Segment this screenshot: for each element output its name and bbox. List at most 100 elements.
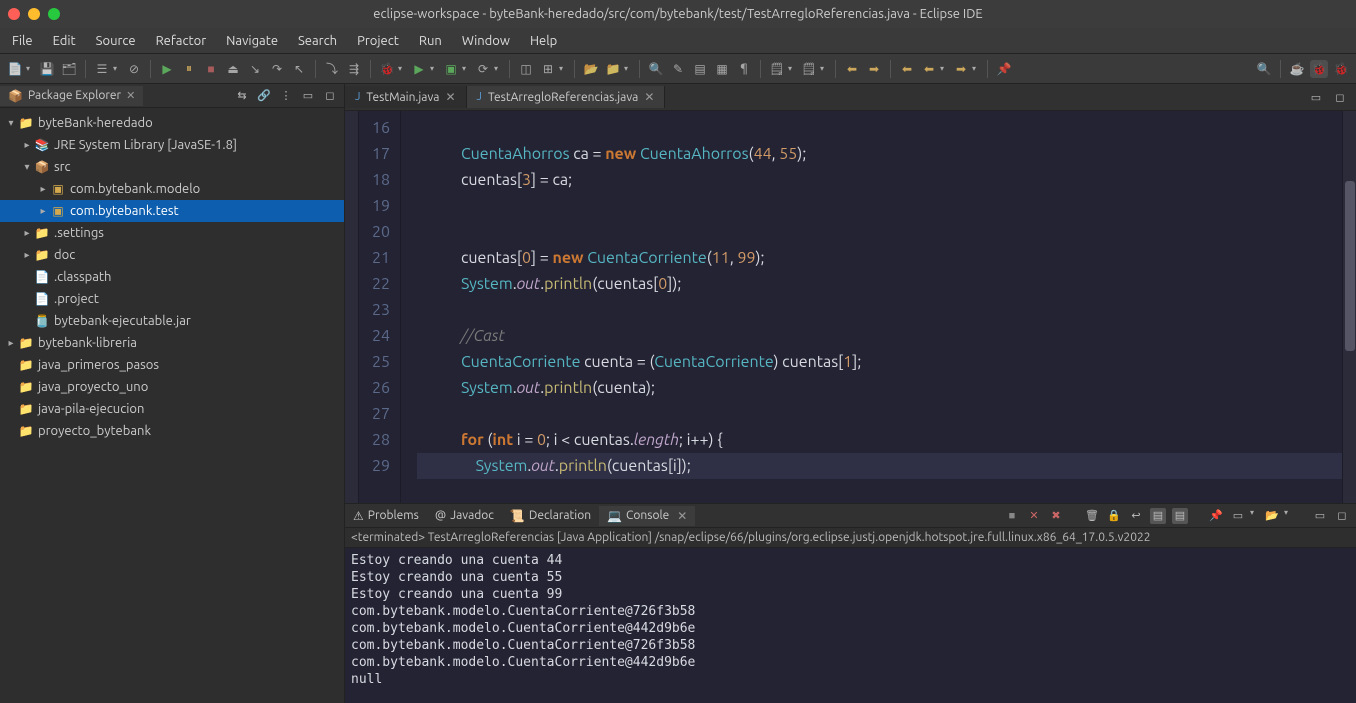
prev-annotation-icon[interactable]: 🗒 <box>800 60 818 78</box>
drop-to-frame-icon[interactable]: ⤵ <box>323 60 341 78</box>
tree-item[interactable]: ▸📚JRE System Library [JavaSE-1.8] <box>0 134 344 156</box>
show-console-on-err-icon[interactable]: ▤ <box>1172 508 1188 524</box>
minimize-bottom-icon[interactable]: ▭ <box>1312 508 1328 524</box>
disconnect-icon[interactable]: ⏏ <box>224 60 242 78</box>
menu-window[interactable]: Window <box>454 31 518 51</box>
dropdown-icon[interactable]: ▾ <box>788 64 796 73</box>
nav-back-icon[interactable]: ⬅ <box>920 60 938 78</box>
menu-help[interactable]: Help <box>522 31 565 51</box>
menu-edit[interactable]: Edit <box>45 31 84 51</box>
minimize-editor-icon[interactable]: ▭ <box>1308 89 1324 105</box>
new-java-package-icon[interactable]: ⊞ <box>539 60 557 78</box>
pin-editor-icon[interactable]: 📌 <box>995 60 1013 78</box>
dropdown-icon[interactable]: ▾ <box>113 64 121 73</box>
back-icon[interactable]: ⬅ <box>843 60 861 78</box>
editor-tab[interactable]: JTestMain.java✕ <box>345 86 467 108</box>
maximize-icon[interactable]: ◻ <box>322 88 338 104</box>
dropdown-icon[interactable]: ▾ <box>430 64 438 73</box>
vertical-scrollbar[interactable] <box>1342 111 1356 503</box>
annotation-icon[interactable]: ▤ <box>691 60 709 78</box>
expand-arrow-icon[interactable]: ▾ <box>20 161 34 173</box>
run-last-icon[interactable]: ⟳ <box>474 60 492 78</box>
skip-breakpoints-icon[interactable]: ⊘ <box>125 60 143 78</box>
expand-arrow-icon[interactable]: ▸ <box>20 139 34 151</box>
tree-item[interactable]: ▾📁byteBank-heredado <box>0 112 344 134</box>
bottom-tab-javadoc[interactable]: @Javadoc <box>427 506 502 525</box>
menu-source[interactable]: Source <box>88 31 144 51</box>
scroll-thumb[interactable] <box>1345 181 1355 351</box>
project-tree[interactable]: ▾📁byteBank-heredado▸📚JRE System Library … <box>0 108 344 703</box>
step-into-icon[interactable]: ↘ <box>246 60 264 78</box>
pause-icon[interactable]: ⏸ <box>180 60 198 78</box>
toggle-mark-icon[interactable]: ✎ <box>669 60 687 78</box>
terminate-icon[interactable]: ■ <box>202 60 220 78</box>
step-over-icon[interactable]: ↷ <box>268 60 286 78</box>
close-icon[interactable]: ✕ <box>677 509 687 523</box>
dropdown-icon[interactable]: ▾ <box>1284 508 1292 524</box>
block-selection-icon[interactable]: ▦ <box>713 60 731 78</box>
expand-arrow-icon[interactable]: ▸ <box>36 183 50 195</box>
menu-file[interactable]: File <box>4 31 41 51</box>
tree-item[interactable]: 📁java_proyecto_uno <box>0 376 344 398</box>
open-task-icon[interactable]: 📁 <box>604 60 622 78</box>
remove-all-icon[interactable]: ✖ <box>1048 508 1064 524</box>
expand-arrow-icon[interactable]: ▸ <box>4 337 18 349</box>
pin-console-icon[interactable]: 📌 <box>1208 508 1224 524</box>
link-editor-icon[interactable]: 🔗 <box>256 88 272 104</box>
close-window-button[interactable] <box>8 8 20 20</box>
tree-item[interactable]: 🫙bytebank-ejecutable.jar <box>0 310 344 332</box>
toggle-breadcrumb-icon[interactable]: ☰ <box>93 60 111 78</box>
resume-icon[interactable]: ▶ <box>158 60 176 78</box>
maximize-bottom-icon[interactable]: ◻ <box>1334 508 1350 524</box>
save-icon[interactable]: 💾 <box>38 60 56 78</box>
tree-item[interactable]: ▸📁doc <box>0 244 344 266</box>
menu-refactor[interactable]: Refactor <box>148 31 215 51</box>
tree-item[interactable]: 📄.classpath <box>0 266 344 288</box>
menu-navigate[interactable]: Navigate <box>218 31 286 51</box>
expand-arrow-icon[interactable]: ▸ <box>36 205 50 217</box>
nav-forward-icon[interactable]: ➡ <box>952 60 970 78</box>
package-explorer-tab[interactable]: 📦 Package Explorer ✕ <box>0 86 143 106</box>
show-console-on-out-icon[interactable]: ▤ <box>1150 508 1166 524</box>
tree-item[interactable]: ▾📦src <box>0 156 344 178</box>
maximize-editor-icon[interactable]: ◻ <box>1332 89 1348 105</box>
tree-item[interactable]: ▸▣com.bytebank.modelo <box>0 178 344 200</box>
last-edit-icon[interactable]: ⬅ <box>898 60 916 78</box>
step-return-icon[interactable]: ↖ <box>290 60 308 78</box>
tree-item[interactable]: 📄.project <box>0 288 344 310</box>
bottom-tab-declaration[interactable]: 📜Declaration <box>502 506 599 526</box>
display-selected-console-icon[interactable]: ▭ <box>1230 508 1246 524</box>
menu-run[interactable]: Run <box>411 31 450 51</box>
new-java-class-icon[interactable]: ◫ <box>517 60 535 78</box>
expand-arrow-icon[interactable]: ▸ <box>20 249 34 261</box>
expand-arrow-icon[interactable]: ▸ <box>20 227 34 239</box>
use-step-filters-icon[interactable]: ⇶ <box>345 60 363 78</box>
dropdown-icon[interactable]: ▾ <box>1250 508 1258 524</box>
tree-item[interactable]: 📁java-pila-ejecucion <box>0 398 344 420</box>
save-all-icon[interactable]: 🗂 <box>60 60 78 78</box>
maximize-window-button[interactable] <box>48 8 60 20</box>
minimize-window-button[interactable] <box>28 8 40 20</box>
dropdown-icon[interactable]: ▾ <box>494 64 502 73</box>
menu-search[interactable]: Search <box>290 31 345 51</box>
new-icon[interactable]: 📄 <box>6 60 24 78</box>
dropdown-icon[interactable]: ▾ <box>624 64 632 73</box>
expand-arrow-icon[interactable]: ▾ <box>4 117 18 129</box>
close-icon[interactable]: ✕ <box>644 90 654 104</box>
word-wrap-icon[interactable]: ↩ <box>1128 508 1144 524</box>
tree-item[interactable]: 📁java_primeros_pasos <box>0 354 344 376</box>
tree-item[interactable]: ▸📁.settings <box>0 222 344 244</box>
tree-item[interactable]: ▸▣com.bytebank.test <box>0 200 344 222</box>
perspective-java-icon[interactable]: ☕ <box>1288 60 1306 78</box>
scroll-lock-icon[interactable]: 🔒 <box>1106 508 1122 524</box>
next-annotation-icon[interactable]: 🗒 <box>768 60 786 78</box>
dropdown-icon[interactable]: ▾ <box>972 64 980 73</box>
close-icon[interactable]: ✕ <box>445 90 455 104</box>
open-type-icon[interactable]: 📂 <box>582 60 600 78</box>
view-menu-icon[interactable]: ⋮ <box>278 88 294 104</box>
open-console-icon[interactable]: 📂 <box>1264 508 1280 524</box>
quick-access-icon[interactable]: 🔍 <box>1255 60 1273 78</box>
dropdown-icon[interactable]: ▾ <box>26 64 34 73</box>
console-output[interactable]: Estoy creando una cuenta 44 Estoy creand… <box>345 548 1356 703</box>
coverage-icon[interactable]: ▣ <box>442 60 460 78</box>
